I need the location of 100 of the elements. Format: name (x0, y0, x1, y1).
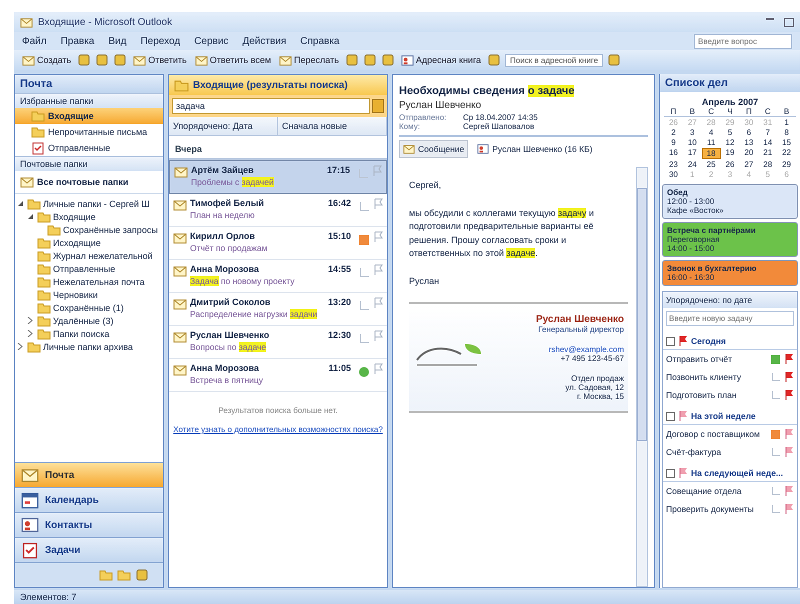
task-title[interactable]: Договор с поставщиком (666, 429, 767, 439)
menu-item[interactable]: Переход (140, 36, 180, 46)
toolbar-icon[interactable] (77, 53, 92, 67)
appointment[interactable]: Звонок в бухгалтерию 16:00 - 16:30 (662, 260, 798, 286)
toolbar-icon[interactable] (113, 53, 128, 67)
folder-item[interactable]: Черновики (53, 290, 98, 300)
menu-item[interactable]: Справка (300, 36, 340, 46)
attachment-tab[interactable]: Сообщение (399, 140, 468, 158)
maximize-button[interactable] (784, 18, 794, 26)
toolbar-button[interactable]: Переслать (277, 54, 341, 66)
folder-item[interactable]: Личные папки архива (43, 342, 133, 352)
calendar-day[interactable]: 8 (777, 128, 796, 137)
calendar-day[interactable]: 10 (682, 138, 702, 147)
message-item[interactable]: Анна Морозова 11:05 Встреча в пятницу (169, 359, 387, 392)
calendar-day[interactable]: 21 (758, 148, 778, 159)
message-item[interactable]: Тимофей Белый 16:42 План на неделю (169, 194, 387, 227)
task-group-header[interactable]: Сегодня (691, 336, 726, 346)
calendar-day[interactable]: 27 (739, 160, 758, 169)
category-icon[interactable] (771, 430, 780, 438)
category-icon[interactable] (771, 354, 780, 364)
menu-item[interactable]: Вид (108, 36, 126, 46)
minimize-button[interactable] (766, 18, 774, 20)
toolbar-icon[interactable] (344, 53, 359, 67)
toolbar-icon[interactable] (380, 53, 395, 67)
toolbar-button[interactable]: Ответить всем (192, 54, 274, 66)
expand-icon[interactable] (27, 330, 35, 337)
calendar-day[interactable]: 26 (720, 160, 740, 169)
calendar-day[interactable]: 12 (720, 138, 740, 147)
address-search-field[interactable]: Поиск в адресной книге (505, 54, 604, 66)
favorite-folder[interactable]: Непрочитанные письма (15, 124, 163, 140)
category-icon[interactable] (359, 367, 369, 377)
task-group-header[interactable]: На следующей неде... (691, 468, 784, 478)
folder-item[interactable]: Сохранённые (1) (53, 302, 124, 312)
order-column-header[interactable]: Сначала новые (278, 117, 387, 135)
folder-item[interactable]: Отправленные (53, 264, 116, 274)
folder-item[interactable]: Личные папки - Сергей Ш (43, 198, 150, 208)
folder-item[interactable]: Нежелательная почта (53, 276, 145, 286)
menu-item[interactable]: Файл (22, 36, 47, 46)
calendar-day[interactable]: 16 (664, 148, 683, 159)
task-title[interactable]: Отправить отчёт (666, 354, 767, 364)
calendar-day[interactable]: 30 (664, 170, 683, 179)
calendar-day[interactable]: 1 (777, 118, 796, 127)
card-email[interactable]: rshev@example.com (548, 345, 624, 354)
calendar-day[interactable]: 4 (702, 128, 721, 137)
calendar-day[interactable]: 11 (702, 138, 721, 147)
collapse-icon[interactable] (27, 213, 35, 220)
calendar-day[interactable]: 5 (720, 128, 740, 137)
folder-item[interactable]: Исходящие (53, 238, 101, 248)
task-title[interactable]: Подготовить план (666, 390, 768, 400)
attachment-tab[interactable]: Руслан Шевченко (16 КБ) (474, 140, 596, 158)
toolbar-button[interactable]: Адресная книга (398, 54, 484, 66)
navigation-button[interactable]: Календарь (15, 487, 163, 512)
folder-item[interactable]: Журнал нежелательной (53, 250, 153, 260)
toolbar-icon[interactable] (487, 53, 502, 67)
expand-icon[interactable] (17, 343, 25, 350)
toolbar-button[interactable]: Ответить (131, 54, 189, 66)
expand-icon[interactable] (27, 317, 35, 324)
folder-item[interactable]: Удалённые (3) (53, 316, 114, 326)
search-help-link[interactable]: Хотите узнать о дополнительных возможностях поиска? (169, 425, 387, 434)
calendar-day[interactable]: 24 (682, 160, 702, 169)
folder-item[interactable]: Папки поиска (53, 328, 110, 338)
message-item[interactable]: Дмитрий Соколов 13:20 Распределение нагрузки задачи (169, 293, 387, 326)
toolbar-icon[interactable] (95, 53, 110, 67)
task-title[interactable]: Проверить документы (666, 504, 768, 514)
menu-item[interactable]: Действия (242, 36, 286, 46)
calendar-day[interactable]: 18 (702, 148, 721, 159)
toolbar-icon[interactable] (362, 53, 377, 67)
calendar-day[interactable]: 20 (739, 148, 758, 159)
section-header[interactable]: Избранные папки (15, 93, 163, 108)
task-title[interactable]: Совещание отдела (666, 486, 768, 496)
calendar-day[interactable]: 9 (664, 138, 683, 147)
scrollbar[interactable] (636, 167, 648, 587)
collapse-icon[interactable] (17, 200, 25, 207)
menu-item[interactable]: Сервис (194, 36, 228, 46)
message-item[interactable]: Анна Морозова 14:55 Задача по новому проекту (169, 260, 387, 293)
navigation-button[interactable]: Задачи (15, 537, 163, 562)
calendar-day[interactable]: 3 (682, 128, 702, 137)
calendar-day[interactable]: 25 (702, 160, 721, 169)
message-item[interactable]: Кирилл Орлов 15:10 Отчёт по продажам (169, 227, 387, 260)
folder-item[interactable]: Входящие (53, 212, 96, 222)
favorite-folder[interactable]: Отправленные (15, 140, 163, 156)
toolbar-icon[interactable] (607, 53, 622, 67)
favorite-folder[interactable]: Входящие (15, 108, 163, 124)
task-title[interactable]: Позвонить клиенту (666, 372, 768, 382)
calendar-day[interactable]: 22 (777, 148, 796, 159)
calendar-day[interactable]: 28 (758, 160, 778, 169)
toolbar-icon[interactable] (135, 568, 149, 582)
menu-item[interactable]: Правка (60, 36, 94, 46)
calendar-day[interactable]: 29 (777, 160, 796, 169)
section-header[interactable]: Почтовые папки (15, 156, 163, 171)
folder-item[interactable]: Сохранённые запросы (63, 224, 158, 234)
calendar-day[interactable]: 19 (720, 148, 740, 159)
appointment[interactable]: Обед 12:00 - 13:00 Кафе «Восток» (662, 184, 798, 219)
toolbar-button[interactable]: Создать (20, 54, 74, 66)
new-task-field[interactable]: Введите новую задачу (666, 311, 794, 326)
search-field[interactable]: задача (172, 98, 370, 114)
calendar-day[interactable]: 7 (758, 128, 778, 137)
calendar-day[interactable]: 14 (758, 138, 778, 147)
navigation-button[interactable]: Контакты (15, 512, 163, 537)
message-item[interactable]: Артём Зайцев 17:15 Проблемы с задачей (169, 160, 387, 194)
